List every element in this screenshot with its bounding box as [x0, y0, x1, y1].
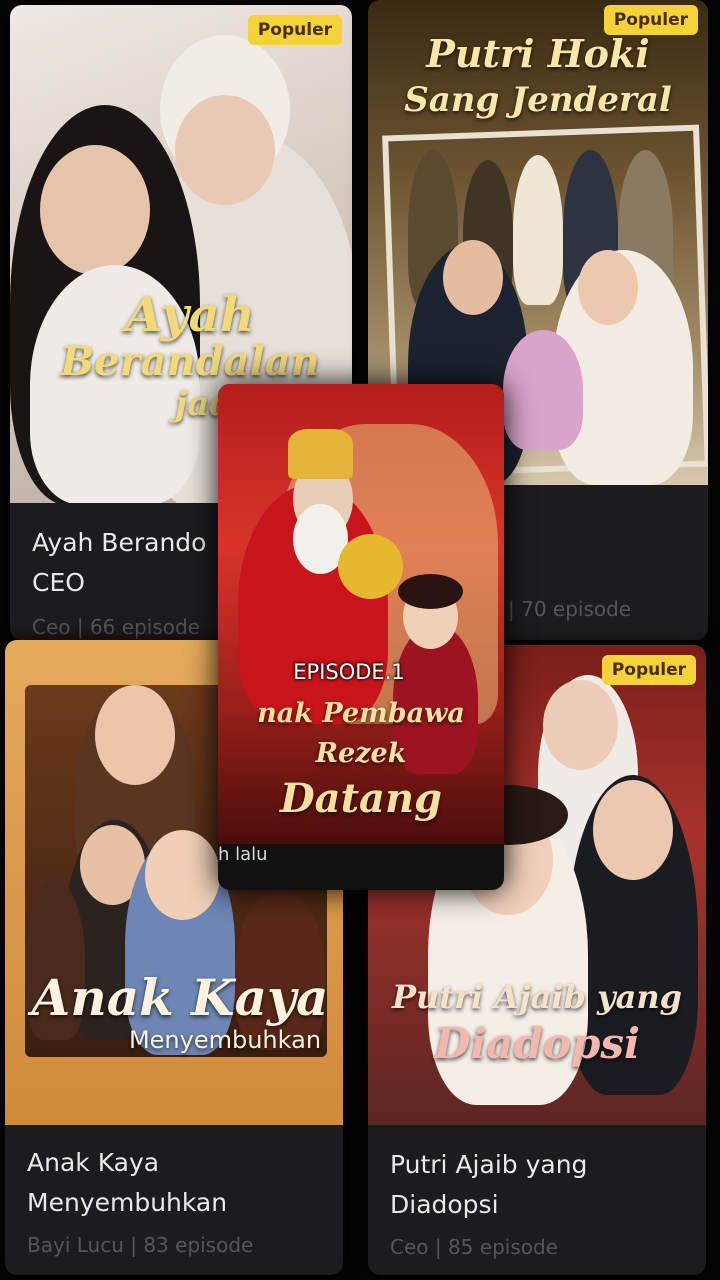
card-meta: | 70 episode	[508, 597, 632, 621]
poster-title-line: nak Pembawa Rezek	[257, 698, 465, 769]
poster-title-line: Berandalan	[60, 338, 320, 385]
card-meta: Bayi Lucu | 83 episode	[27, 1233, 254, 1257]
poster-title-line: Menyembuhkan	[128, 1026, 322, 1054]
poster-title-line: Sang Jenderal	[404, 80, 672, 120]
caption-text: h lalu	[218, 844, 268, 865]
populer-badge: Populer	[601, 655, 696, 685]
poster-title-line: Anak Kaya	[31, 968, 329, 1027]
episode-preview-card[interactable]: EPISODE.1 nak Pembawa Rezek Datang h lal…	[218, 384, 504, 890]
populer-badge: Populer	[603, 5, 698, 35]
poster-title-line: Ayah	[125, 287, 255, 343]
populer-badge: Populer	[247, 15, 342, 45]
poster-title-line: Datang	[279, 775, 443, 822]
card-title-line: Anak Kaya	[27, 1148, 160, 1177]
video-frame: EPISODE.1 nak Pembawa Rezek Datang	[218, 384, 504, 844]
card-title-line: Diadopsi	[390, 1190, 499, 1219]
poster-title-line: Diadopsi	[434, 1019, 640, 1068]
card-meta: Ceo | 85 episode	[390, 1235, 558, 1259]
card-title-line: Putri Ajaib yang	[390, 1150, 588, 1179]
episode-label: EPISODE.1	[293, 660, 405, 684]
card-title-line: Menyembuhkan	[27, 1188, 228, 1217]
poster-title-line: Putri Hoki	[426, 31, 650, 76]
card-meta: Ceo | 66 episode	[32, 615, 200, 639]
poster-title-line: Putri Ajaib yang	[391, 978, 683, 1016]
